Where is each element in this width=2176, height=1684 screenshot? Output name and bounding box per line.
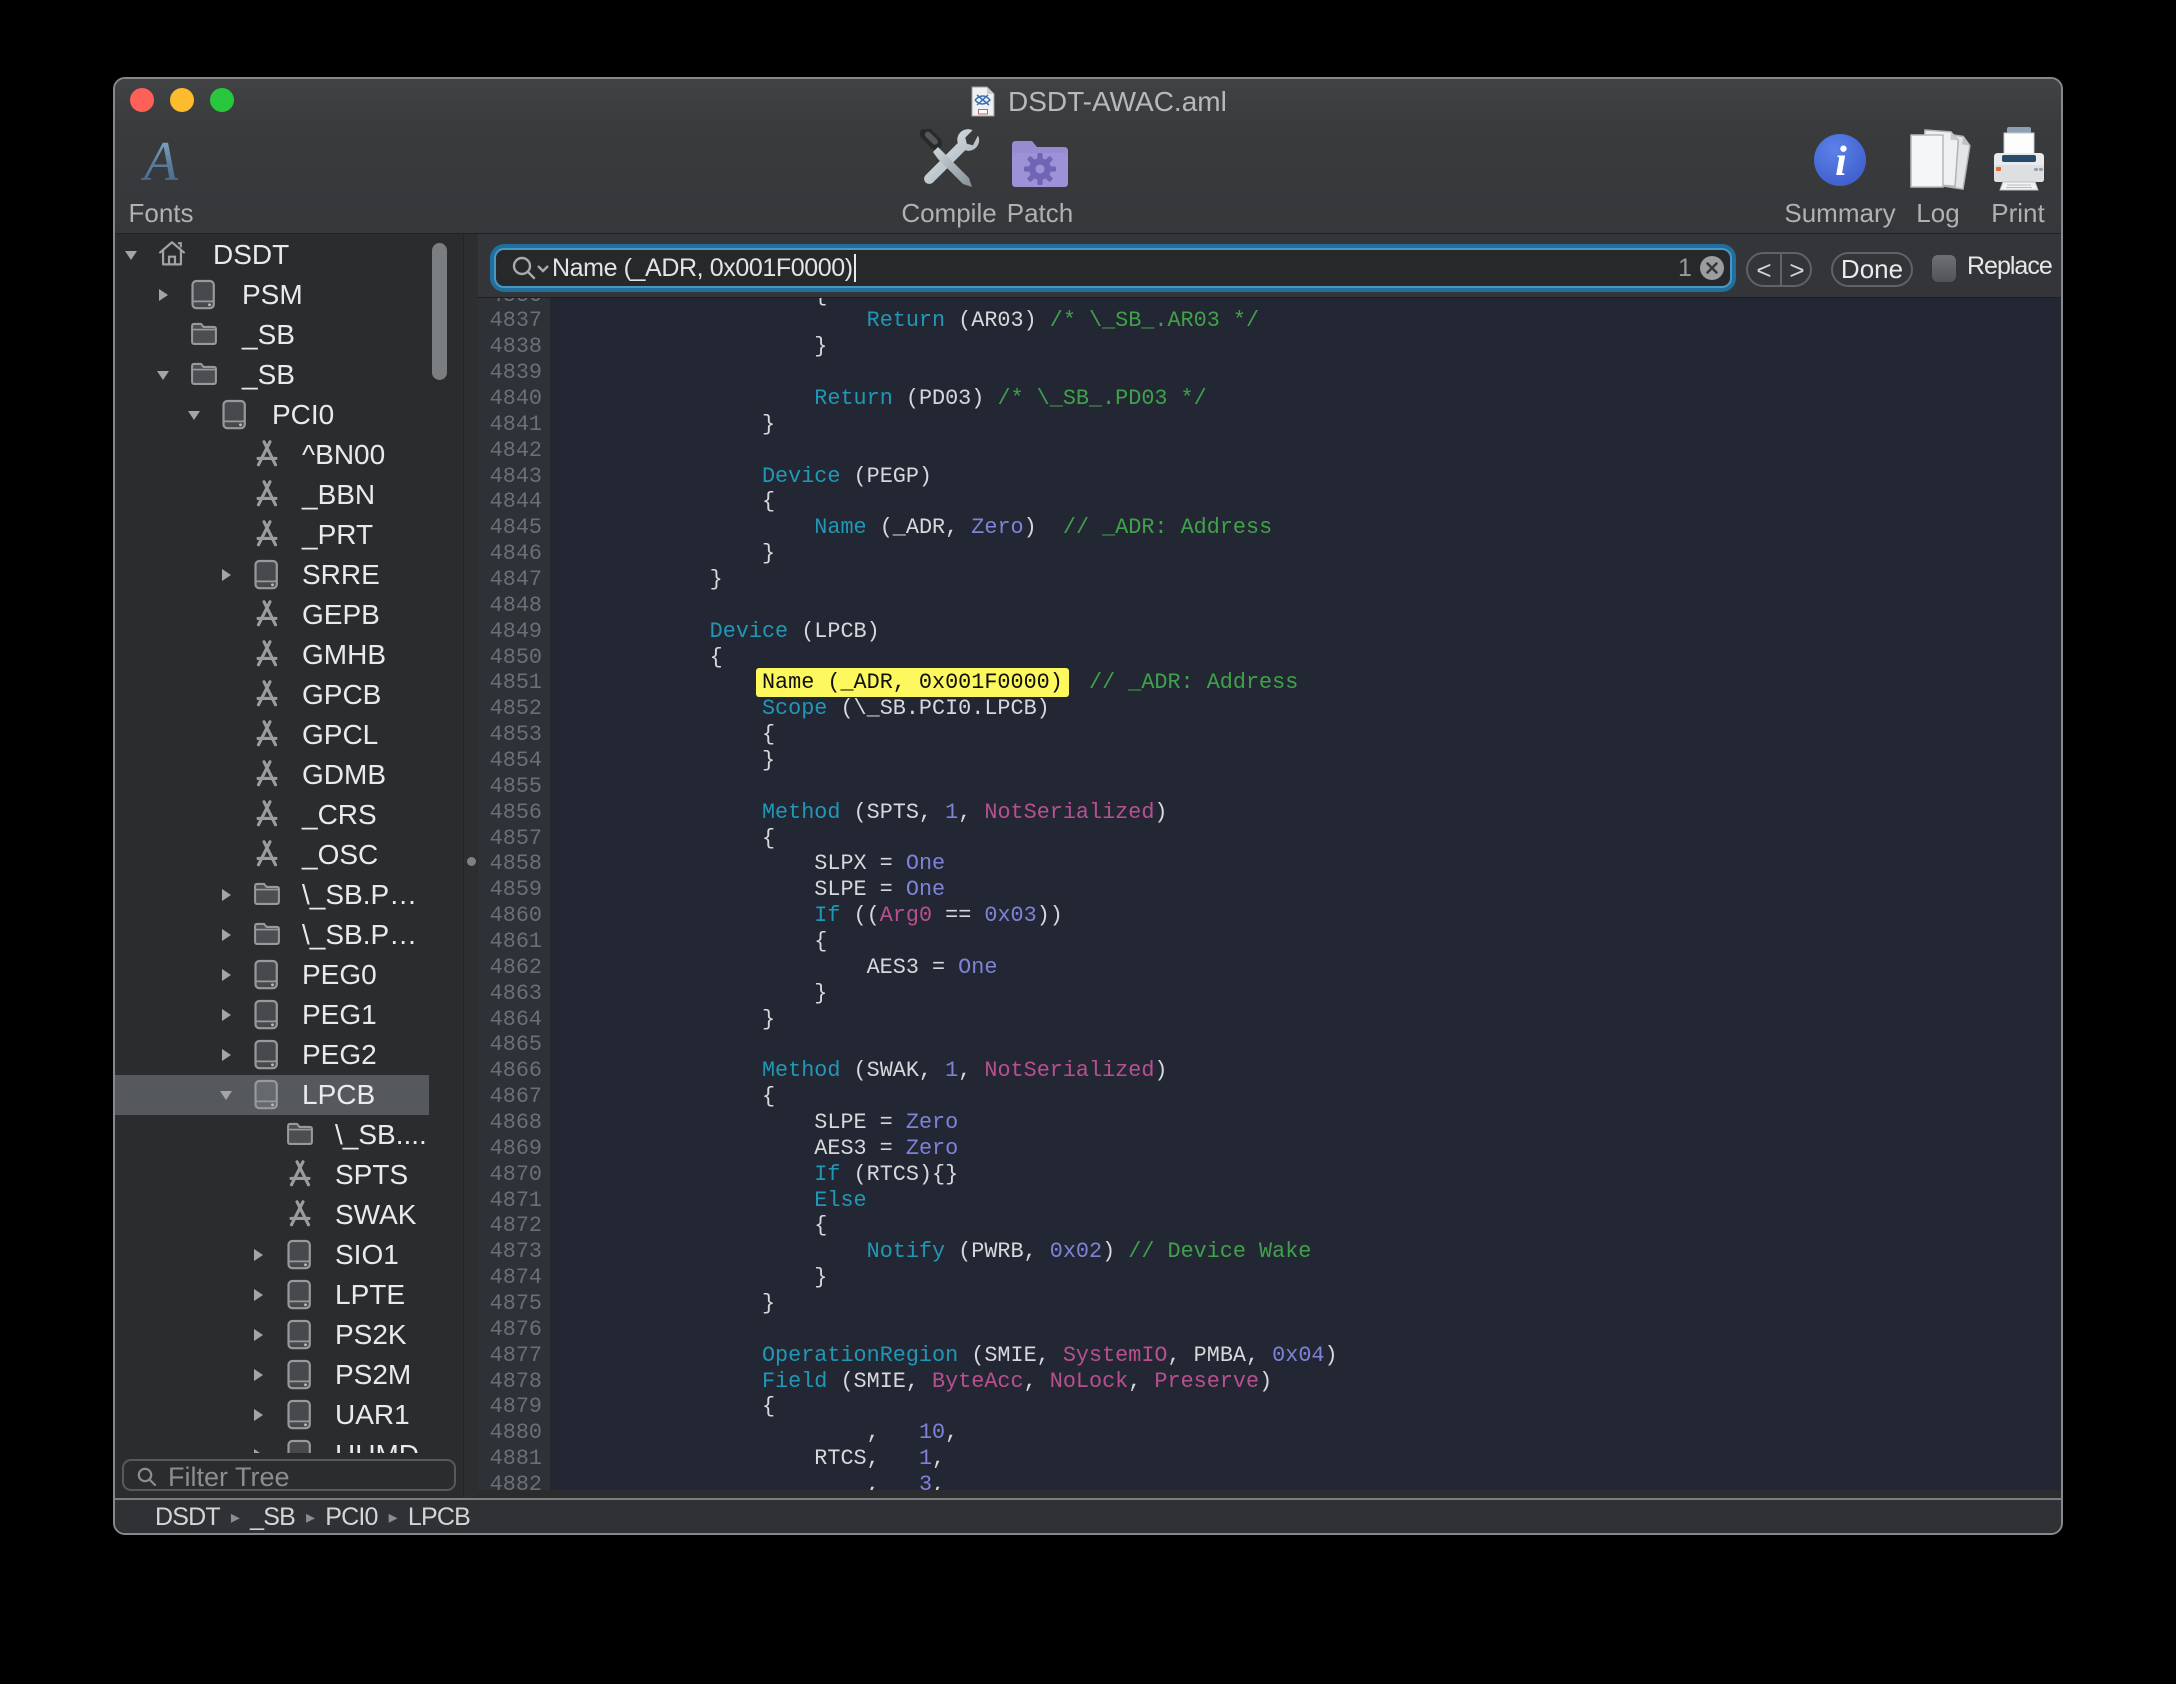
svg-text:A: A (140, 134, 179, 188)
svg-text:i: i (1835, 139, 1847, 185)
